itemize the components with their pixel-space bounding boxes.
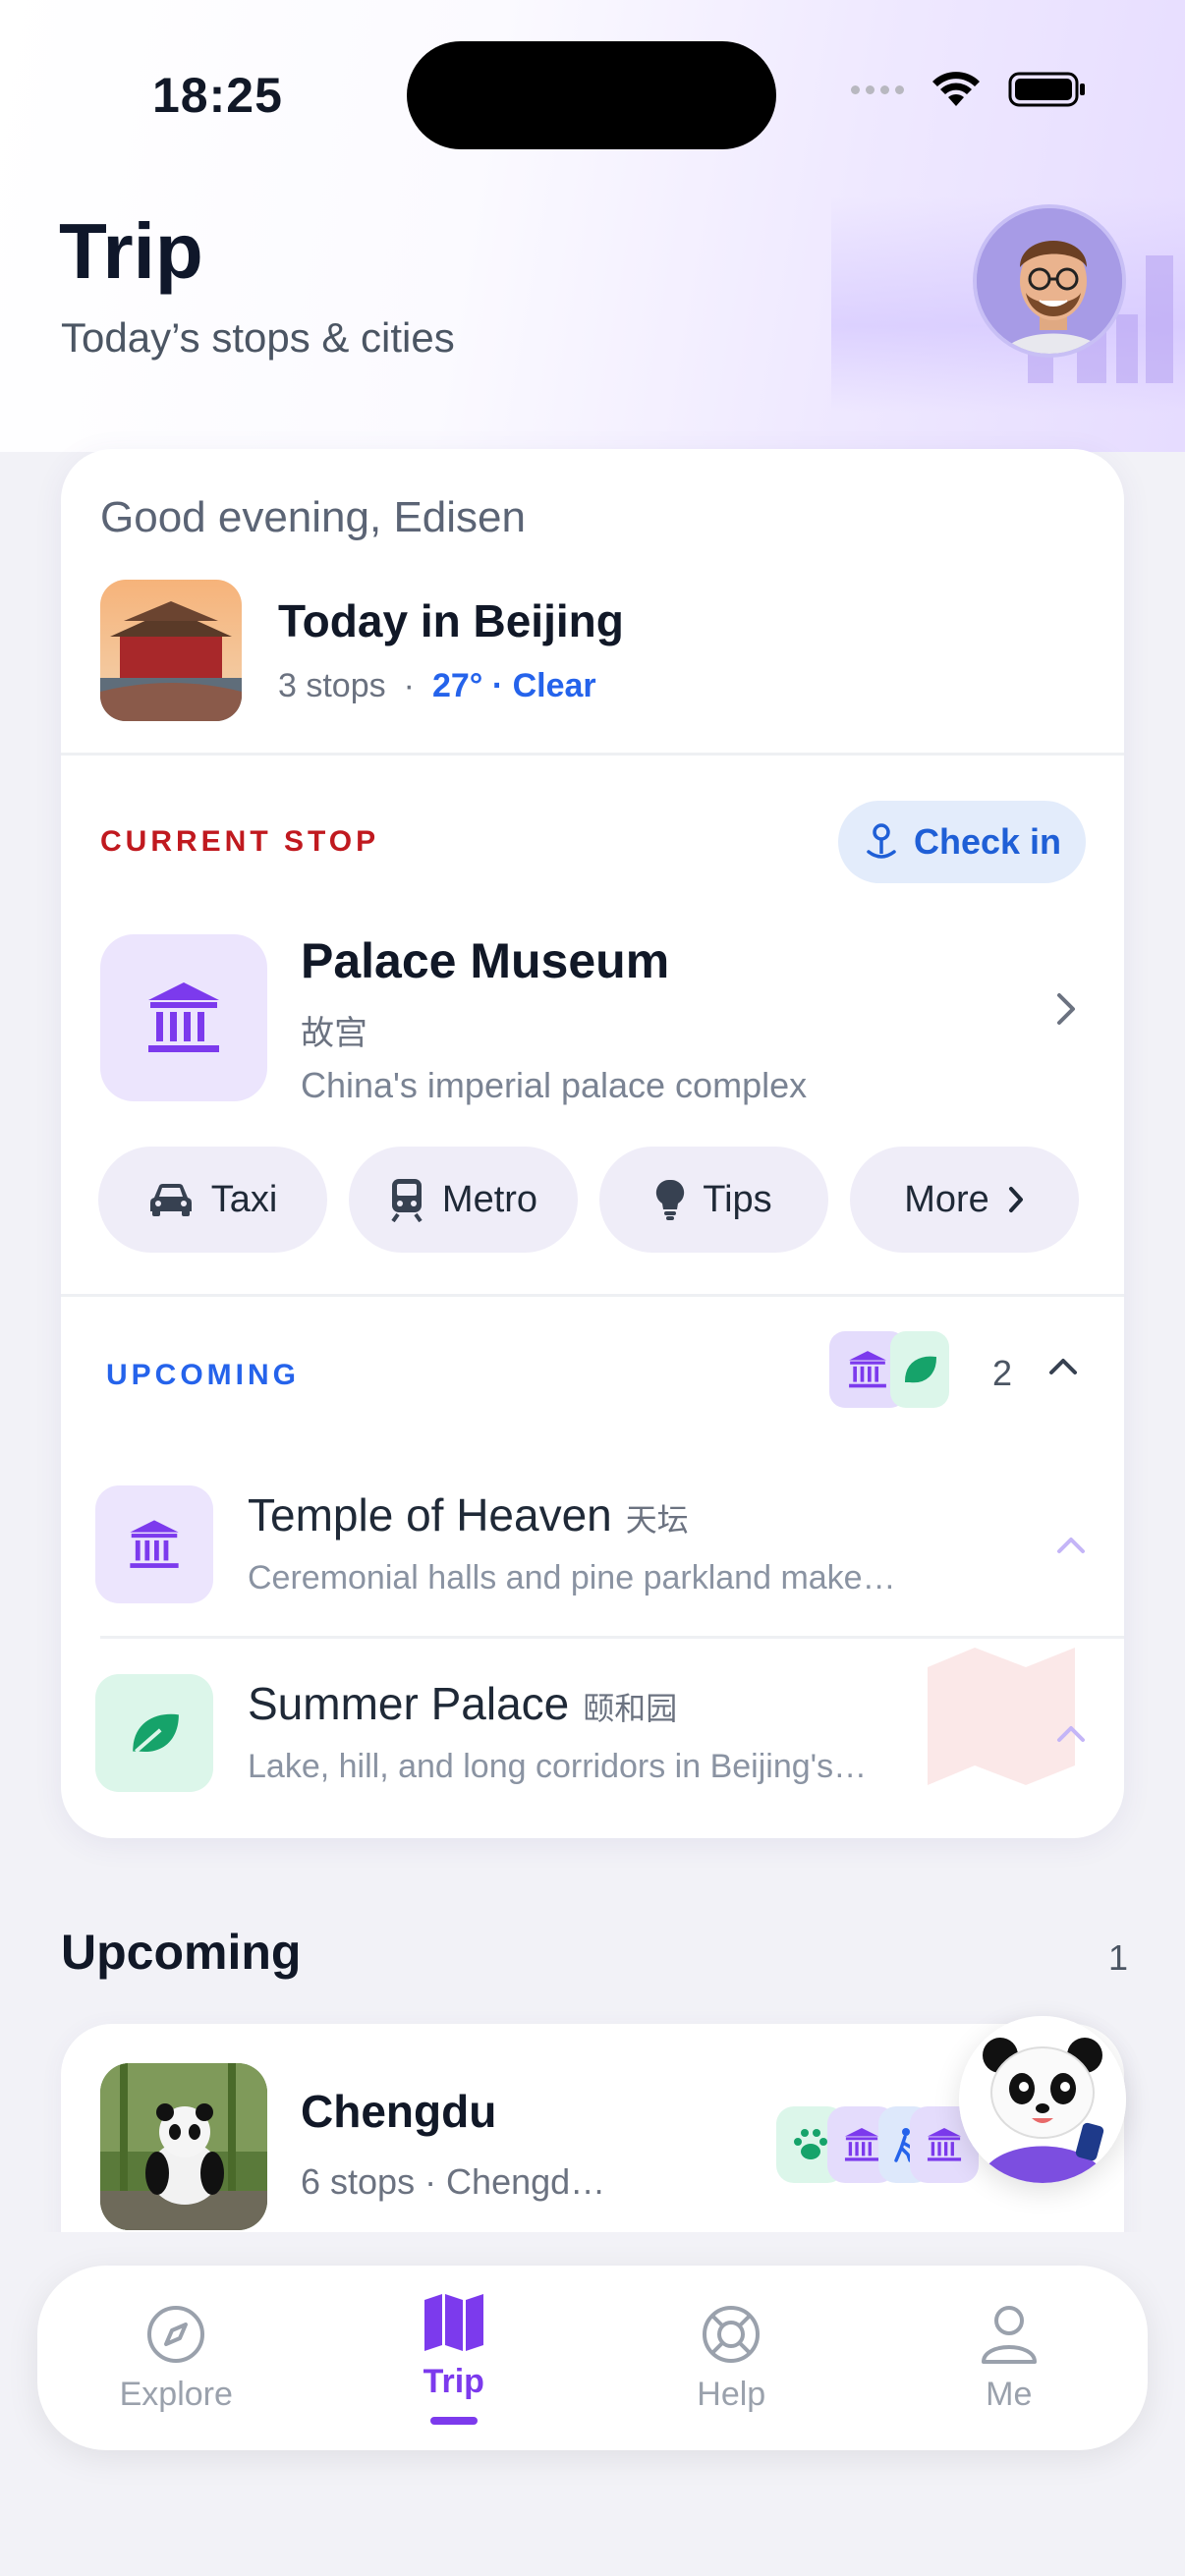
upcoming-icon-stack xyxy=(829,1331,949,1408)
taxi-button[interactable]: Taxi xyxy=(98,1147,327,1253)
tips-label: Tips xyxy=(703,1178,772,1220)
museum-icon xyxy=(130,1520,179,1568)
city-name: Chengdu xyxy=(301,2086,497,2137)
quick-actions: Taxi Metro Tips More xyxy=(98,1147,1079,1253)
stop-title-text: Summer Palace xyxy=(248,1678,570,1729)
tab-label: Help xyxy=(697,2375,766,2413)
stop-title-cn: 颐和园 xyxy=(583,1691,678,1726)
dynamic-island xyxy=(407,41,776,149)
stop-description: Lake, hill, and long corridors in Beijin… xyxy=(248,1748,868,1785)
meta-separator: · xyxy=(403,667,415,704)
city-title: Today in Beijing xyxy=(278,595,624,646)
today-card: Good evening, Edisen Today in Beijing 3 … xyxy=(61,449,1124,1838)
greeting: Good evening, Edisen xyxy=(100,493,526,541)
chevron-right-icon[interactable] xyxy=(1053,989,1079,1029)
metro-button[interactable]: Metro xyxy=(349,1147,578,1253)
lifebuoy-icon xyxy=(703,2305,761,2363)
weather: 27° · Clear xyxy=(431,667,596,704)
status-time: 18:25 xyxy=(152,68,283,123)
chengdu-thumbnail xyxy=(100,2063,267,2230)
divider xyxy=(61,1294,1124,1297)
metro-icon xyxy=(391,1179,423,1222)
stops-count: 3 stops xyxy=(278,667,386,704)
divider xyxy=(61,753,1124,756)
page-subtitle: Today’s stops & cities xyxy=(61,314,455,361)
tab-label: Me xyxy=(986,2375,1033,2413)
upcoming-section-count: 1 xyxy=(1108,1937,1129,1978)
museum-icon-box xyxy=(95,1485,213,1603)
stop-title: Summer Palace 颐和园 xyxy=(248,1677,677,1730)
pin-icon xyxy=(867,823,896,859)
tips-button[interactable]: Tips xyxy=(599,1147,828,1253)
leaf-icon-box xyxy=(95,1674,213,1792)
metro-label: Metro xyxy=(441,1178,538,1220)
stop-title-text: Temple of Heaven xyxy=(248,1489,612,1540)
tab-help[interactable]: Help xyxy=(613,2303,849,2414)
current-stop-label: CURRENT STOP xyxy=(100,825,380,858)
tab-explore[interactable]: Explore xyxy=(58,2303,294,2414)
wifi-icon xyxy=(932,72,980,106)
list-item[interactable]: Temple of Heaven 天坛 Ceremonial halls and … xyxy=(61,1431,1124,1618)
stop-title: Temple of Heaven 天坛 xyxy=(248,1488,689,1541)
taxi-label: Taxi xyxy=(210,1178,278,1220)
current-stop-name-cn: 故宫 xyxy=(301,1015,367,1052)
compass-icon xyxy=(147,2305,205,2363)
stop-description: Ceremonial halls and pine parkland make… xyxy=(248,1559,896,1596)
car-icon xyxy=(149,1184,192,1216)
chevron-up-icon[interactable] xyxy=(1053,1530,1089,1559)
person-icon xyxy=(981,2305,1037,2364)
more-label: More xyxy=(904,1178,989,1220)
chevron-up-icon[interactable] xyxy=(1053,1718,1089,1748)
tab-label: Explore xyxy=(119,2375,233,2413)
leaf-icon xyxy=(890,1331,949,1408)
current-stop-name[interactable]: Palace Museum xyxy=(301,932,669,989)
status-icons xyxy=(851,71,1087,108)
tab-me[interactable]: Me xyxy=(891,2303,1127,2414)
city-meta: 3 stops · 27° · Clear xyxy=(278,667,596,705)
battery-icon xyxy=(1008,72,1085,107)
city-icon-stack xyxy=(717,2106,979,2183)
more-button[interactable]: More xyxy=(850,1147,1079,1253)
upcoming-label: UPCOMING xyxy=(106,1359,300,1391)
check-in-label: Check in xyxy=(913,821,1062,862)
active-tab-indicator xyxy=(429,2416,478,2425)
tab-trip[interactable]: Trip xyxy=(336,2292,572,2425)
leaf-icon xyxy=(133,1713,179,1754)
beijing-thumbnail[interactable] xyxy=(100,580,242,721)
stop-title-cn: 天坛 xyxy=(625,1502,689,1538)
page-title: Trip xyxy=(59,207,203,295)
panda-assistant-button[interactable] xyxy=(959,2016,1126,2183)
museum-icon-box xyxy=(100,934,267,1101)
map-icon xyxy=(423,2293,483,2351)
chevron-right-icon xyxy=(1008,1187,1023,1212)
signal-icon xyxy=(851,84,904,94)
upcoming-section-title: Upcoming xyxy=(61,1925,302,1980)
list-item[interactable]: Summer Palace 颐和园 Lake, hill, and long co… xyxy=(61,1620,1124,1807)
city-meta: 6 stops · Chengd… xyxy=(301,2161,606,2202)
chevron-up-icon[interactable] xyxy=(1045,1351,1081,1380)
check-in-button[interactable]: Check in xyxy=(838,801,1086,883)
tab-bar: Explore Trip Help Me xyxy=(37,2266,1148,2450)
museum-icon xyxy=(148,982,219,1052)
lightbulb-icon xyxy=(656,1179,685,1220)
upcoming-count: 2 xyxy=(992,1353,1013,1393)
city-card-chengdu[interactable]: Chengdu 6 stops · Chengd… xyxy=(61,2024,1124,2260)
current-stop-description: China's imperial palace complex xyxy=(301,1065,808,1105)
avatar[interactable] xyxy=(973,204,1126,358)
tab-label: Trip xyxy=(423,2362,484,2400)
